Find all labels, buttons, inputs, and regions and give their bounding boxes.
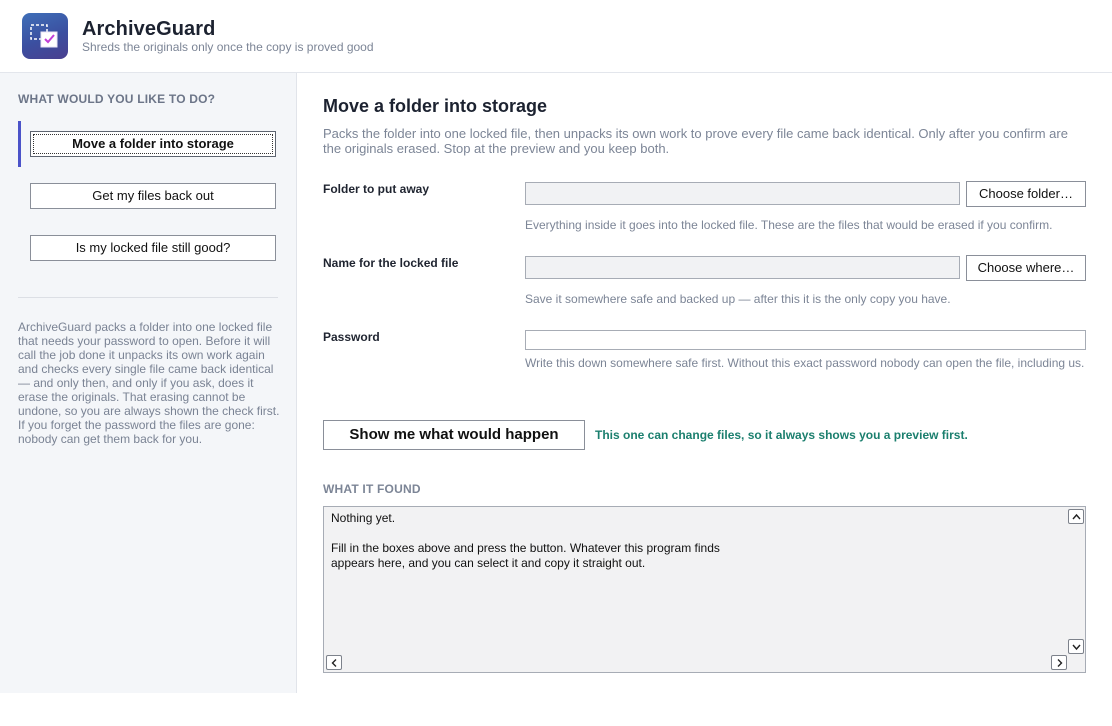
output-text[interactable]: Nothing yet. Fill in the boxes above and… — [331, 511, 720, 571]
locked-file-label: Name for the locked file — [323, 256, 459, 270]
app-title: ArchiveGuard — [82, 18, 216, 40]
page-description: Packs the folder into one locked file, t… — [323, 126, 1068, 156]
sidebar-item-get-files-back[interactable]: Get my files back out — [30, 183, 276, 209]
password-label: Password — [323, 330, 380, 344]
locked-file-field[interactable] — [525, 256, 960, 279]
scroll-left-icon[interactable] — [326, 655, 342, 670]
output-heading: WHAT IT FOUND — [323, 482, 421, 496]
sidebar-divider — [18, 297, 278, 298]
folder-label: Folder to put away — [323, 182, 430, 196]
output-textarea[interactable]: Nothing yet. Fill in the boxes above and… — [323, 506, 1086, 673]
show-preview-button[interactable]: Show me what would happen — [323, 420, 585, 450]
active-indicator — [18, 121, 21, 167]
sidebar-heading: WHAT WOULD YOU LIKE TO DO? — [18, 92, 216, 106]
password-help: Write this down somewhere safe first. Wi… — [525, 356, 1085, 370]
folder-help: Everything inside it goes into the locke… — [525, 218, 1053, 232]
locked-file-help: Save it somewhere safe and backed up — a… — [525, 292, 951, 306]
choose-folder-button[interactable]: Choose folder… — [966, 181, 1086, 207]
page-title: Move a folder into storage — [323, 96, 548, 116]
scroll-up-icon[interactable] — [1068, 509, 1084, 524]
choose-where-button[interactable]: Choose where… — [966, 255, 1086, 281]
main-panel: Move a folder into storage Packs the fol… — [297, 73, 1112, 693]
password-field[interactable] — [525, 330, 1086, 350]
preview-note: This one can change files, so it always … — [595, 428, 968, 442]
scroll-right-icon[interactable] — [1051, 655, 1067, 670]
sidebar-item-move-folder[interactable]: Move a folder into storage — [30, 131, 276, 157]
sidebar-description: ArchiveGuard packs a folder into one loc… — [18, 320, 280, 446]
folder-field[interactable] — [525, 182, 960, 205]
sidebar: WHAT WOULD YOU LIKE TO DO? Move a folder… — [0, 73, 297, 693]
app-subtitle: Shreds the originals only once the copy … — [82, 40, 374, 54]
app-header: ArchiveGuard Shreds the originals only o… — [0, 0, 1112, 73]
scroll-down-icon[interactable] — [1068, 639, 1084, 654]
sidebar-item-check-locked-file[interactable]: Is my locked file still good? — [30, 235, 276, 261]
app-logo-icon — [22, 13, 68, 59]
